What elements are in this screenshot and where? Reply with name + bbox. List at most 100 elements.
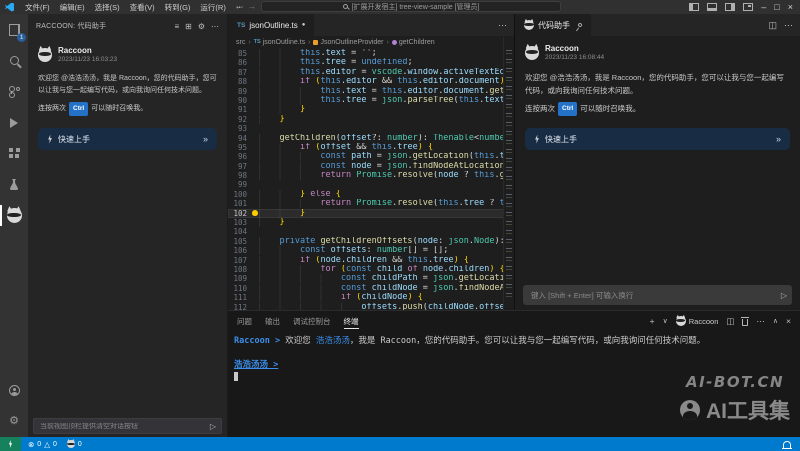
quickstart-button[interactable]: 快速上手 »: [525, 128, 790, 150]
close-panel-icon[interactable]: ×: [786, 316, 791, 326]
problems-status[interactable]: ⊗ 0 △ 0: [21, 440, 57, 449]
command-center[interactable]: [扩展开发宿主] tree-view-sample [管理员]: [261, 1, 561, 12]
code-line-106[interactable]: 106 const offsets: number[] = [];: [228, 246, 514, 255]
code-line-93[interactable]: 93: [228, 124, 514, 133]
assistant-name: Raccoon: [58, 46, 117, 55]
pin-icon: [577, 22, 583, 28]
quickstart-button[interactable]: 快速上手 »: [38, 128, 217, 150]
terminal-selector[interactable]: Raccoon: [676, 316, 719, 326]
maximize-button[interactable]: □: [774, 3, 779, 12]
code-line-111[interactable]: 111 if (childNode) {: [228, 293, 514, 302]
menu-item-5[interactable]: 运行(R): [195, 2, 230, 13]
code-line-110[interactable]: 110 const childNode = json.findNodeAtLoc…: [228, 284, 514, 293]
kill-terminal-icon[interactable]: [742, 319, 748, 326]
code-line-101[interactable]: 101 return Promise.resolve(this.tree ? t…: [228, 199, 514, 208]
lightbulb-icon[interactable]: [250, 209, 259, 218]
split-terminal-icon[interactable]: ◫: [726, 316, 734, 327]
code-line-95[interactable]: 95 if (offset && this.tree) {: [228, 143, 514, 152]
toggle-panel-icon[interactable]: [707, 3, 717, 11]
code-line-112[interactable]: 112 offsets.push(childNode.offset);: [228, 303, 514, 310]
activity-raccoon[interactable]: [0, 200, 28, 231]
activity-extensions[interactable]: [0, 138, 28, 169]
activity-search[interactable]: [0, 45, 28, 76]
code-line-85[interactable]: 85 this.text = '';: [228, 49, 514, 58]
minimap[interactable]: [503, 37, 514, 310]
tab-assistant[interactable]: 代码助手: [515, 14, 591, 36]
more-actions-icon[interactable]: ⋯: [211, 22, 219, 31]
panel-tab-终端[interactable]: 终端: [344, 311, 359, 331]
new-terminal-icon[interactable]: +: [650, 316, 655, 326]
code-line-89[interactable]: 89 this.text = this.editor.document.getT…: [228, 87, 514, 96]
menu-item-1[interactable]: 编辑(E): [55, 2, 90, 13]
minimize-button[interactable]: –: [761, 3, 766, 12]
panel-tab-输出[interactable]: 输出: [265, 311, 280, 331]
code-line-88[interactable]: 88 if (this.editor && this.editor.docume…: [228, 77, 514, 86]
code-line-104[interactable]: 104: [228, 227, 514, 236]
vscode-logo-icon: [5, 3, 14, 12]
warning-icon: △: [44, 440, 50, 449]
code-line-90[interactable]: 90 this.tree = json.parseTree(this.text)…: [228, 96, 514, 105]
notifications-bell-icon[interactable]: [783, 441, 791, 448]
breadcrumb-item[interactable]: getChildren: [392, 39, 435, 46]
accounts-button[interactable]: [0, 375, 28, 406]
remote-icon: [8, 440, 13, 448]
menu-item-4[interactable]: 转到(G): [160, 2, 196, 13]
code-line-108[interactable]: 108 for (const child of node.children) {: [228, 265, 514, 274]
code-line-105[interactable]: 105 private getChildrenOffsets(node: jso…: [228, 237, 514, 246]
breadcrumb-item[interactable]: JsonOutlineProvider: [313, 39, 383, 46]
terminal-dropdown-icon[interactable]: ∨: [663, 317, 668, 325]
activity-run-debug[interactable]: [0, 107, 28, 138]
code-line-87[interactable]: 87 this.editor = vscode.window.activeTex…: [228, 68, 514, 77]
raccoon-status[interactable]: 0: [67, 440, 82, 448]
clear-chat-icon[interactable]: ≡: [174, 22, 179, 31]
nav-forward-icon[interactable]: →: [248, 2, 256, 11]
code-line-99[interactable]: 99: [228, 180, 514, 189]
code-line-96[interactable]: 96 const path = json.getLocation(this.te…: [228, 152, 514, 161]
code-line-92[interactable]: 92 }: [228, 115, 514, 124]
code-line-94[interactable]: 94 getChildren(offset?: number): Thenabl…: [228, 134, 514, 143]
code-line-103[interactable]: 103 }: [228, 218, 514, 227]
activity-explorer[interactable]: 1: [0, 14, 28, 45]
menu-item-3[interactable]: 查看(V): [125, 2, 160, 13]
breadcrumb-separator: ›: [248, 39, 250, 46]
close-button[interactable]: ×: [788, 3, 793, 12]
toggle-secondary-sidebar-icon[interactable]: [725, 3, 735, 11]
split-editor-icon[interactable]: ◫: [768, 20, 777, 31]
nav-back-icon[interactable]: ←: [235, 2, 243, 11]
line-number: 89: [228, 87, 250, 96]
send-icon[interactable]: ▷: [210, 422, 221, 431]
breadcrumb-item[interactable]: TSjsonOutline.ts: [254, 39, 305, 46]
more-actions-icon[interactable]: ⋯: [784, 20, 793, 31]
code-line-107[interactable]: 107 if (node.children && this.tree) {: [228, 256, 514, 265]
tab-jsonoutline[interactable]: TS jsonOutline.ts ●: [228, 14, 314, 36]
panel-tab-调试控制台[interactable]: 调试控制台: [293, 311, 331, 331]
code-line-102[interactable]: 102 }: [228, 209, 514, 218]
manage-button[interactable]: ⚙: [0, 406, 28, 437]
menu-item-2[interactable]: 选择(S): [90, 2, 125, 13]
code-editor[interactable]: 85 this.text = '';86 this.tree = undefin…: [228, 48, 514, 310]
line-number: 88: [228, 77, 250, 86]
activity-testing[interactable]: [0, 169, 28, 200]
maximize-panel-icon[interactable]: ∧: [773, 317, 778, 325]
more-actions-icon[interactable]: ⋯: [756, 316, 765, 327]
toggle-sidebar-icon[interactable]: [689, 3, 699, 11]
line-number: 107: [228, 256, 250, 265]
customize-layout-icon[interactable]: [743, 3, 753, 11]
code-line-91[interactable]: 91 }: [228, 105, 514, 114]
code-line-109[interactable]: 109 const childPath = json.getLocation(t…: [228, 274, 514, 283]
assistant-chat-input[interactable]: [523, 291, 781, 300]
sidebar-chat-input[interactable]: [34, 423, 210, 430]
menu-item-0[interactable]: 文件(F): [20, 2, 55, 13]
code-line-98[interactable]: 98 return Promise.resolve(node ? this.ge…: [228, 171, 514, 180]
panel-tab-问题[interactable]: 问题: [237, 311, 252, 331]
remote-indicator[interactable]: [0, 437, 21, 451]
send-icon[interactable]: ▷: [781, 291, 792, 300]
activity-source-control[interactable]: [0, 76, 28, 107]
settings-gear-icon[interactable]: ⚙: [198, 22, 205, 31]
more-actions-icon[interactable]: ⋯: [498, 20, 507, 31]
code-line-100[interactable]: 100 } else {: [228, 190, 514, 199]
code-line-86[interactable]: 86 this.tree = undefined;: [228, 58, 514, 67]
code-line-97[interactable]: 97 const node = json.findNodeAtLocation(…: [228, 162, 514, 171]
breadcrumb-item[interactable]: src: [236, 39, 245, 46]
new-chat-icon[interactable]: ⊞: [185, 22, 192, 31]
